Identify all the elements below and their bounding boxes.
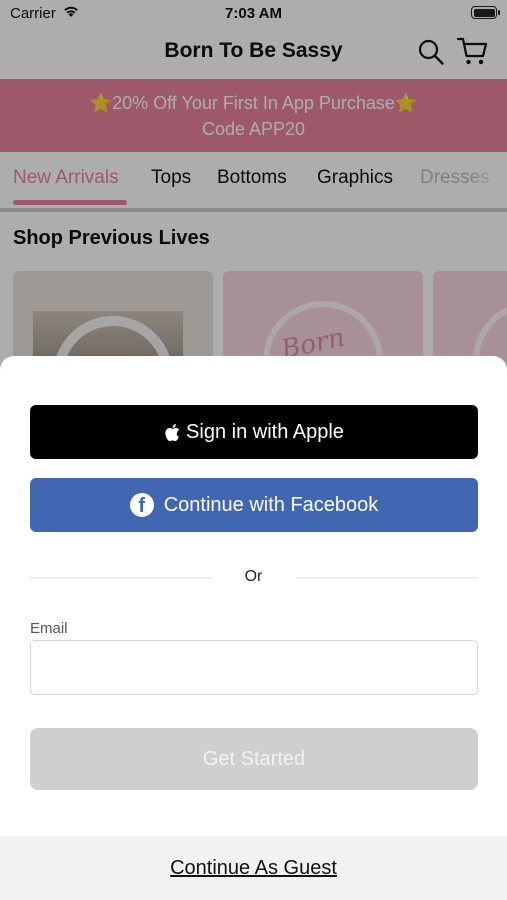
apple-button-label: Sign in with Apple bbox=[186, 420, 344, 443]
apple-icon bbox=[165, 423, 180, 441]
facebook-button-label: Continue with Facebook bbox=[163, 493, 379, 516]
sign-in-sheet: Sign in with Apple f Continue with Faceb… bbox=[0, 356, 507, 900]
guest-footer: Continue As Guest bbox=[0, 836, 507, 900]
continue-with-facebook-button[interactable]: f Continue with Facebook bbox=[30, 478, 478, 532]
continue-as-guest-link[interactable]: Continue As Guest bbox=[0, 857, 507, 880]
divider-right bbox=[296, 577, 478, 579]
email-field[interactable] bbox=[30, 640, 478, 695]
email-label: Email bbox=[30, 620, 68, 637]
facebook-icon: f bbox=[129, 493, 154, 517]
get-started-button[interactable]: Get Started bbox=[30, 728, 478, 790]
sign-in-with-apple-button[interactable]: Sign in with Apple bbox=[30, 405, 478, 459]
